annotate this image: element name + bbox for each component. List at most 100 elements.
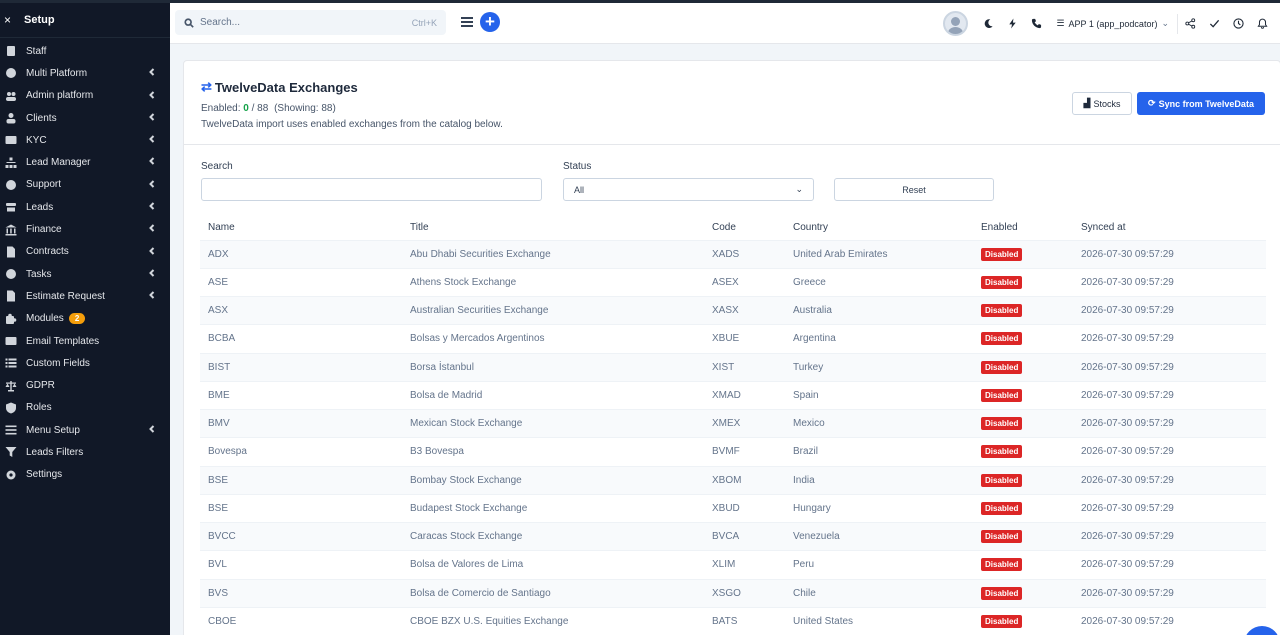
- status-badge[interactable]: Disabled: [981, 388, 1023, 402]
- sync-button[interactable]: ⟳ Sync from TwelveData: [1137, 92, 1265, 115]
- sidebar-item-menu-setup[interactable]: Menu Setup: [0, 419, 170, 441]
- modules-count-badge: 2: [68, 313, 86, 325]
- col-name[interactable]: Name: [200, 216, 402, 240]
- cell-country: Venezuela: [785, 521, 973, 551]
- global-search-input[interactable]: Search... Ctrl+K: [175, 10, 446, 35]
- status-badge[interactable]: Disabled: [981, 473, 1023, 487]
- quick-create-button[interactable]: +: [480, 12, 500, 32]
- status-badge[interactable]: Disabled: [981, 586, 1023, 600]
- clock-icon[interactable]: [1226, 3, 1250, 44]
- col-title[interactable]: Title: [402, 216, 704, 240]
- table-row[interactable]: BSE Bombay Stock Exchange XBOM India Disable…: [200, 465, 1266, 495]
- sidebar-item-modules[interactable]: Modules 2: [0, 308, 170, 330]
- sidebar-item-label: Roles: [26, 402, 52, 414]
- table-row[interactable]: BMV Mexican Stock Exchange XMEX Mexico Disab…: [200, 408, 1266, 438]
- cell-code: XBUE: [704, 324, 785, 353]
- share-icon[interactable]: [1178, 3, 1202, 44]
- col-code[interactable]: Code: [704, 216, 785, 240]
- cell-title: Caracas Stock Exchange: [402, 521, 704, 551]
- cell-enabled: Disabled: [973, 521, 1073, 551]
- sidebar-item-estimate-request[interactable]: Estimate Request: [0, 285, 170, 307]
- sidebar-item-leads-filters[interactable]: Leads Filters: [0, 441, 170, 463]
- cell-code: XASX: [704, 295, 785, 325]
- status-badge[interactable]: Disabled: [981, 530, 1023, 544]
- status-badge[interactable]: Disabled: [981, 247, 1023, 261]
- stocks-button[interactable]: ▟ Stocks: [1072, 92, 1132, 115]
- table-row[interactable]: ADX Abu Dhabi Securities Exchange XADS Unit…: [200, 239, 1266, 269]
- page-title: ⇄ TwelveData Exchanges: [201, 79, 358, 95]
- menu-toggle-icon[interactable]: [461, 17, 473, 27]
- status-badge[interactable]: Disabled: [981, 360, 1023, 374]
- cell-country: Turkey: [785, 352, 973, 382]
- cell-code: BVCA: [704, 521, 785, 551]
- chevron-left-icon: [148, 202, 158, 212]
- table-row[interactable]: BME Bolsa de Madrid XMAD Spain Disabled 2026-…: [200, 380, 1266, 410]
- status-badge[interactable]: Disabled: [981, 615, 1023, 629]
- sidebar-item-email-templates[interactable]: Email Templates: [0, 330, 170, 352]
- sidebar-item-tasks[interactable]: Tasks: [0, 263, 170, 285]
- table-row[interactable]: BSE Budapest Stock Exchange XBUD Hungary Dis…: [200, 493, 1266, 523]
- close-icon[interactable]: ×: [4, 13, 20, 27]
- status-badge[interactable]: Disabled: [981, 501, 1023, 515]
- sidebar-item-roles[interactable]: Roles: [0, 397, 170, 419]
- table-row[interactable]: BVL Bolsa de Valores de Lima XLIM Peru Disab…: [200, 550, 1266, 579]
- status-badge[interactable]: Disabled: [981, 417, 1023, 431]
- table-row[interactable]: ASX Australian Securities Exchange XASX Aus…: [200, 295, 1266, 325]
- status-badge[interactable]: Disabled: [981, 304, 1023, 318]
- check-icon[interactable]: [1202, 3, 1226, 44]
- filter-icon: [4, 445, 18, 459]
- status-badge[interactable]: Disabled: [981, 332, 1023, 346]
- cell-title: Bolsa de Comercio de Santiago: [402, 578, 704, 608]
- sidebar-header: × Setup: [0, 3, 170, 38]
- stocks-button-label: Stocks: [1093, 98, 1121, 109]
- cell-enabled: Disabled: [973, 295, 1073, 325]
- avatar[interactable]: [943, 11, 969, 36]
- bolt-icon[interactable]: [1000, 3, 1024, 44]
- app-selector[interactable]: ☰ APP 1 (app_podcator) ⌄: [1048, 13, 1178, 34]
- status-badge[interactable]: Disabled: [981, 275, 1023, 289]
- moon-icon[interactable]: [976, 3, 1000, 44]
- chevron-left-icon: [148, 135, 158, 145]
- cell-synced: 2026-07-30 09:57:29: [1073, 465, 1266, 495]
- sidebar-item-contracts[interactable]: Contracts: [0, 241, 170, 263]
- sidebar-item-finance[interactable]: Finance: [0, 218, 170, 240]
- sidebar-item-staff[interactable]: Staff: [0, 40, 170, 62]
- table-row[interactable]: BCBA Bolsas y Mercados Argentinos XBUE Arge…: [200, 324, 1266, 353]
- sidebar-item-settings[interactable]: Settings: [0, 464, 170, 486]
- phone-icon[interactable]: [1024, 3, 1048, 44]
- table-row[interactable]: Bovespa B3 Bovespa BVMF Brazil Disabled 2026-…: [200, 437, 1266, 466]
- cell-code: XMEX: [704, 408, 785, 438]
- col-enabled[interactable]: Enabled: [973, 216, 1073, 240]
- sidebar-item-label: Finance: [26, 224, 62, 236]
- sidebar-item-label: Modules: [26, 313, 64, 325]
- reset-button[interactable]: Reset: [834, 178, 994, 201]
- sidebar-item-custom-fields[interactable]: Custom Fields: [0, 352, 170, 374]
- cell-enabled: Disabled: [973, 550, 1073, 579]
- cell-country: Chile: [785, 578, 973, 608]
- sidebar-item-gdpr[interactable]: GDPR: [0, 374, 170, 396]
- topbar: Search... Ctrl+K + ☰ APP 1 (app_podcator…: [170, 3, 1280, 44]
- bell-icon[interactable]: [1250, 3, 1274, 44]
- sidebar-item-lead-manager[interactable]: Lead Manager: [0, 151, 170, 173]
- sidebar-item-multi-platform[interactable]: Multi Platform: [0, 62, 170, 84]
- table-row[interactable]: BIST Borsa İstanbul XIST Turkey Disabled 2026…: [200, 352, 1266, 382]
- sidebar-item-admin-platform[interactable]: Admin platform: [0, 85, 170, 107]
- status-badge[interactable]: Disabled: [981, 445, 1023, 459]
- table-row[interactable]: ASE Athens Stock Exchange ASEX Greece Disabl…: [200, 267, 1266, 297]
- table-row[interactable]: BVS Bolsa de Comercio de Santiago XSGO Chil…: [200, 578, 1266, 608]
- col-country[interactable]: Country: [785, 216, 973, 240]
- sidebar-item-kyc[interactable]: KYC: [0, 129, 170, 151]
- status-badge[interactable]: Disabled: [981, 558, 1023, 572]
- cell-country: Spain: [785, 380, 973, 410]
- col-synced[interactable]: Synced at: [1073, 216, 1266, 240]
- table-row[interactable]: CBOE CBOE BZX U.S. Equities Exchange BATS U…: [200, 606, 1266, 635]
- sidebar-item-clients[interactable]: Clients: [0, 107, 170, 129]
- cell-title: Bolsas y Mercados Argentinos: [402, 324, 704, 353]
- status-filter-select[interactable]: All ⌄: [563, 178, 814, 201]
- sidebar-item-leads[interactable]: Leads: [0, 196, 170, 218]
- cell-synced: 2026-07-30 09:57:29: [1073, 239, 1266, 269]
- sidebar-item-label: Contracts: [26, 246, 69, 258]
- search-filter-input[interactable]: [201, 178, 542, 201]
- table-row[interactable]: BVCC Caracas Stock Exchange BVCA Venezuela D…: [200, 521, 1266, 551]
- sidebar-item-support[interactable]: Support: [0, 174, 170, 196]
